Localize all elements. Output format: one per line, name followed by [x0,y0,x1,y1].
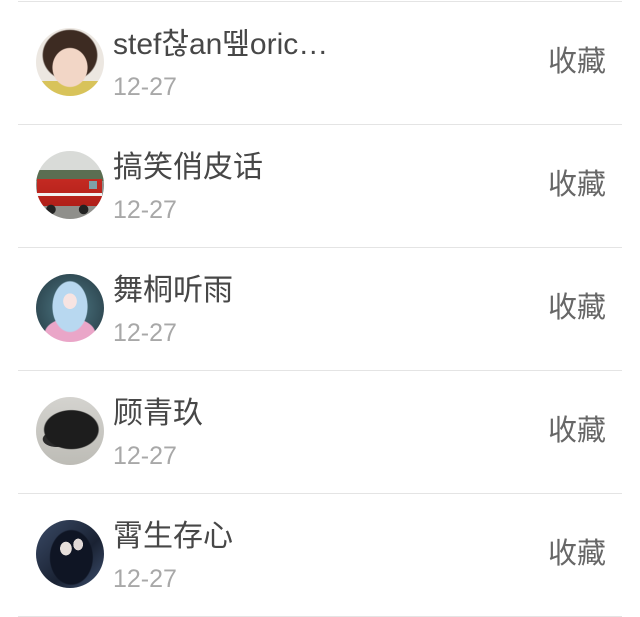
item-date: 12-27 [113,73,177,101]
avatar[interactable] [36,520,104,588]
favorite-button[interactable]: 收藏 [548,168,606,202]
user-list: stef찮an뗖oric… 12-27 收藏 搞笑俏皮话 12-27 收藏 舞桐… [0,1,640,617]
item-date: 12-27 [113,565,177,593]
favorite-button[interactable]: 收藏 [548,291,606,325]
user-name: 霄生存心 [113,520,233,553]
user-name: 舞桐听雨 [113,274,233,307]
avatar[interactable] [36,274,104,342]
list-item[interactable]: 搞笑俏皮话 12-27 收藏 [0,124,640,247]
list-item[interactable]: 霄生存心 12-27 收藏 [0,493,640,617]
avatar[interactable] [36,151,104,219]
list-item[interactable]: 顾青玖 12-27 收藏 [0,370,640,493]
user-name: 搞笑俏皮话 [113,151,263,184]
item-date: 12-27 [113,196,177,224]
list-item[interactable]: 舞桐听雨 12-27 收藏 [0,247,640,370]
user-name: stef찮an뗖oric… [113,28,329,61]
item-date: 12-27 [113,442,177,470]
avatar[interactable] [36,28,104,96]
favorite-button[interactable]: 收藏 [548,537,606,571]
item-date: 12-27 [113,319,177,347]
favorite-button[interactable]: 收藏 [548,45,606,79]
list-item[interactable]: stef찮an뗖oric… 12-27 收藏 [0,1,640,124]
avatar[interactable] [36,397,104,465]
favorite-button[interactable]: 收藏 [548,414,606,448]
user-name: 顾青玖 [113,397,203,430]
